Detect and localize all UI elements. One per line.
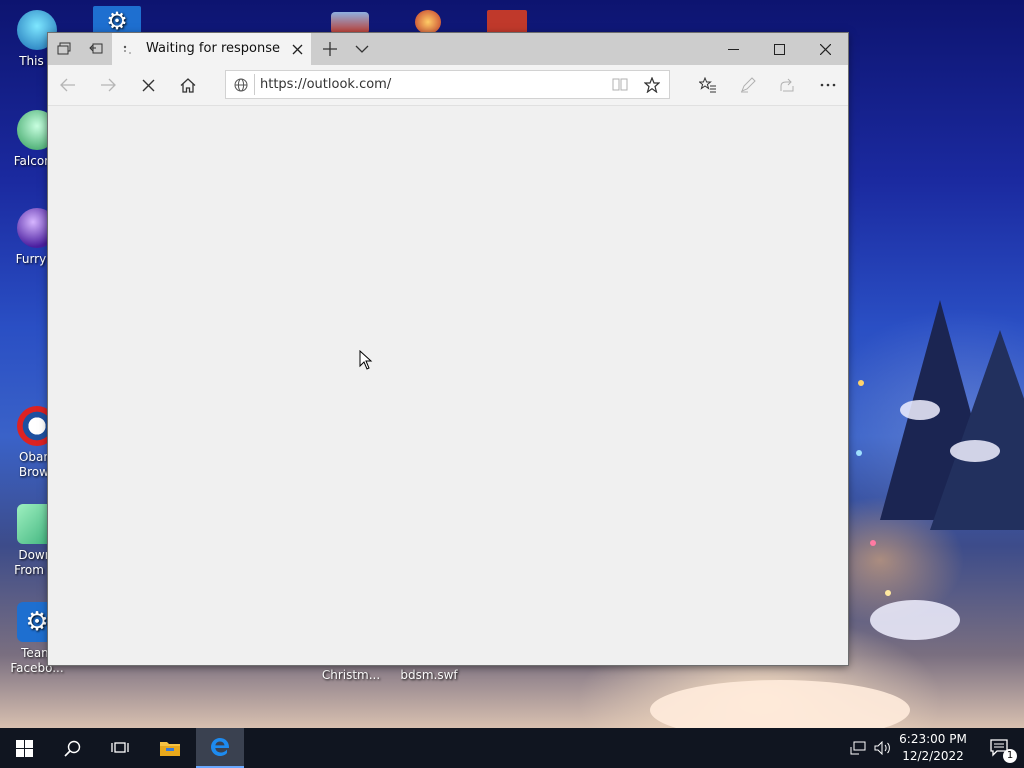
add-favorite-button[interactable] [638, 71, 666, 98]
forward-button[interactable] [88, 65, 128, 105]
snow-patch [900, 400, 940, 420]
home-icon [180, 77, 196, 93]
clock-date: 12/2/2022 [902, 749, 964, 763]
tabs-aside-icon [57, 42, 71, 55]
folder-icon [160, 742, 180, 756]
title-bar: Waiting for response fro [48, 33, 848, 65]
gift-icon [487, 10, 527, 34]
favorites-list-icon [699, 77, 716, 93]
volume-tray-icon[interactable] [870, 728, 896, 768]
page-content-area[interactable] [48, 106, 848, 665]
search-icon [63, 740, 80, 757]
address-divider [254, 74, 255, 95]
minimize-button[interactable] [710, 33, 756, 65]
light-dot [885, 590, 891, 596]
network-icon [850, 741, 866, 755]
reading-view-button[interactable] [606, 71, 634, 98]
desktop-icon-bdsm-swf[interactable]: bdsm.swf [394, 668, 464, 683]
windows-logo-icon [15, 739, 33, 757]
tab-title: Waiting for response fro [146, 41, 281, 56]
snow-patch [950, 440, 1000, 462]
clock[interactable]: 6:23:00 PM 12/2/2022 [896, 728, 970, 768]
stop-loading-button[interactable] [128, 65, 168, 105]
book-icon [612, 78, 628, 91]
share-button[interactable] [768, 65, 808, 105]
chevron-down-icon [355, 45, 369, 53]
browser-window: Waiting for response fro [48, 33, 848, 665]
house-icon [331, 12, 369, 34]
light-dot [858, 380, 864, 386]
task-view-icon [111, 742, 129, 753]
tab-active[interactable]: Waiting for response fro [112, 33, 311, 65]
arrow-right-icon [101, 78, 116, 92]
light-dot [856, 450, 862, 456]
desktop-icon-christmas[interactable]: Christm... [316, 668, 386, 683]
notification-count-badge: 1 [1003, 749, 1017, 763]
desktop-icon-label: Christm... [321, 668, 381, 682]
santa-icon [415, 10, 441, 34]
url-text[interactable]: https://outlook.com/ [260, 71, 391, 98]
globe-icon [234, 78, 248, 92]
edge-taskbar-button[interactable] [196, 728, 244, 768]
set-tabs-aside-button[interactable] [80, 33, 112, 65]
arrow-left-icon [60, 78, 75, 92]
network-tray-icon[interactable] [846, 728, 870, 768]
maximize-icon [773, 43, 785, 55]
snow-patch [870, 600, 960, 640]
loading-spinner-icon [123, 45, 131, 54]
tab-preview-button[interactable] [48, 33, 80, 65]
home-button[interactable] [168, 65, 208, 105]
more-options-button[interactable] [808, 65, 848, 105]
desktop-icon-label: bdsm.swf [400, 668, 458, 682]
snow-patch [650, 680, 910, 728]
file-explorer-button[interactable] [146, 728, 194, 768]
back-button[interactable] [48, 65, 88, 105]
gear-icon: ⚙ [93, 6, 141, 36]
maximize-button[interactable] [756, 33, 802, 65]
tree-silhouette [930, 330, 1024, 530]
task-view-button[interactable] [96, 728, 144, 768]
minimize-icon [727, 48, 739, 50]
show-tab-previews-button[interactable] [346, 33, 378, 65]
close-icon [819, 43, 831, 55]
address-bar[interactable]: https://outlook.com/ [225, 70, 670, 99]
clock-time: 6:23:00 PM [899, 732, 967, 746]
action-center-button[interactable]: 1 [976, 728, 1024, 768]
close-window-button[interactable] [802, 33, 848, 65]
ellipsis-icon [820, 83, 836, 87]
close-icon [142, 79, 154, 91]
light-dot [870, 540, 876, 546]
favorites-hub-button[interactable] [688, 65, 728, 105]
web-notes-button[interactable] [728, 65, 768, 105]
share-icon [780, 78, 794, 92]
set-aside-icon [89, 43, 103, 54]
search-button[interactable] [48, 728, 96, 768]
speaker-icon [874, 741, 890, 755]
close-icon [292, 44, 302, 54]
mouse-cursor-icon [359, 350, 373, 370]
plus-icon [323, 42, 337, 56]
tab-close-button[interactable] [285, 33, 309, 65]
edge-logo-icon [211, 738, 230, 756]
start-button[interactable] [0, 728, 48, 768]
navigation-bar: https://outlook.com/ [48, 65, 848, 106]
new-tab-button[interactable] [314, 33, 346, 65]
pen-icon [741, 77, 756, 93]
star-icon [644, 76, 660, 93]
taskbar: 6:23:00 PM 12/2/2022 1 [0, 728, 1024, 768]
